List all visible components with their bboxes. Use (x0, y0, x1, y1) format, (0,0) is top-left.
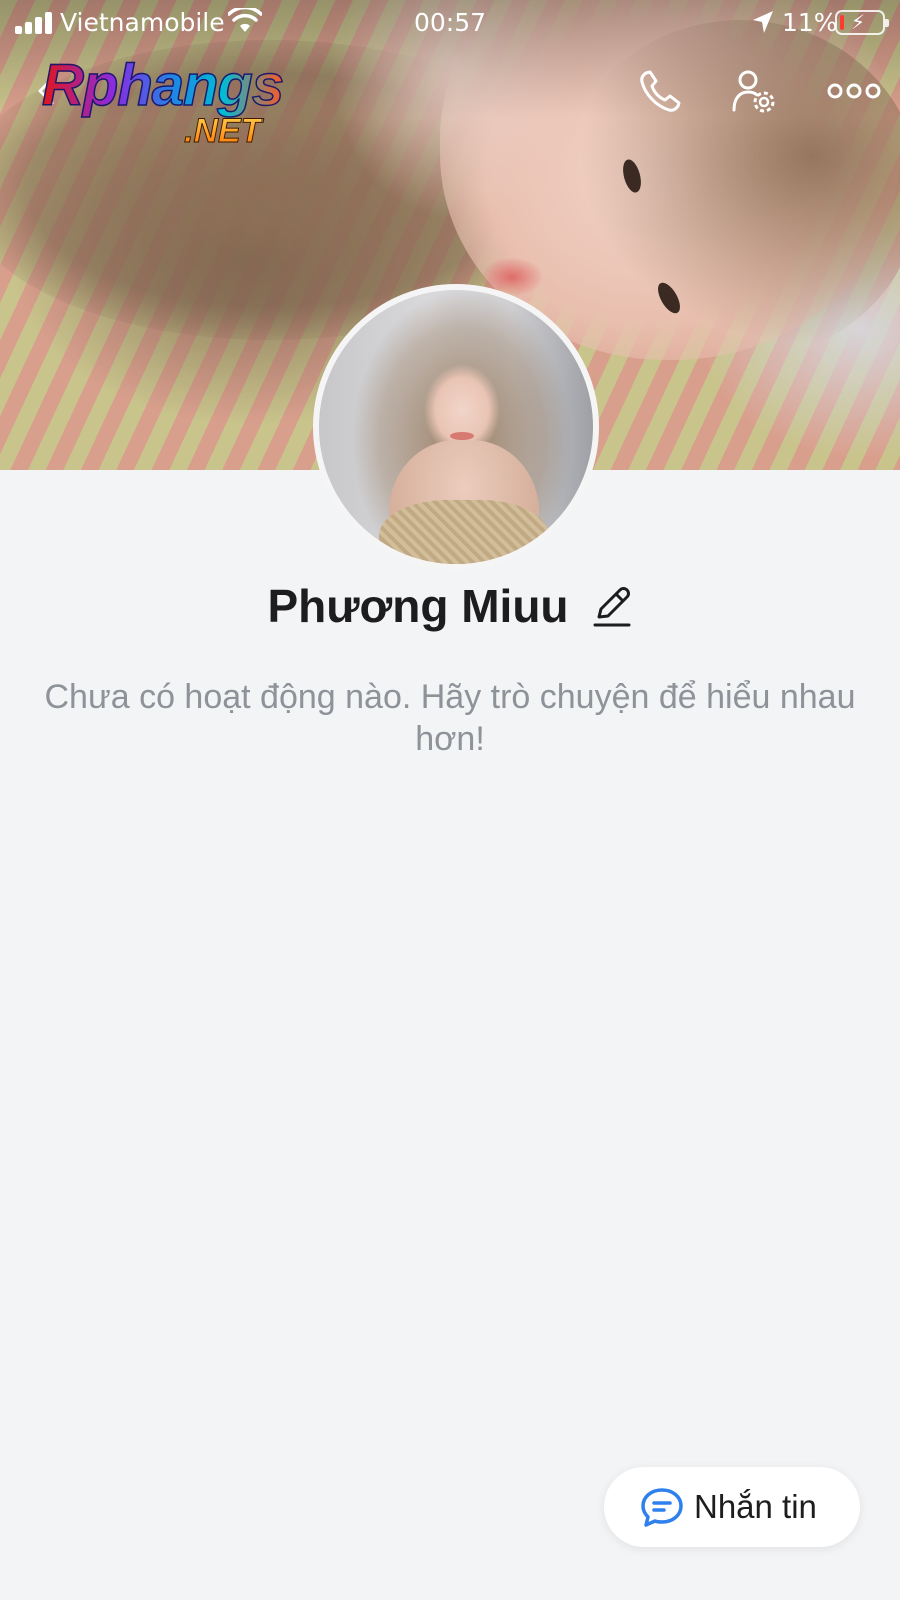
message-button-label: Nhắn tin (694, 1488, 817, 1525)
profile-name-row: Phương Miuu (0, 576, 900, 636)
more-dots-icon (827, 83, 881, 99)
profile-name: Phương Miuu (267, 580, 569, 632)
avatar-lips (450, 432, 474, 440)
phone-icon (640, 70, 681, 112)
message-button[interactable]: Nhắn tin (604, 1467, 860, 1547)
chat-bubble-icon (641, 1488, 683, 1527)
location-arrow-icon (753, 11, 773, 33)
user-settings-icon (732, 70, 775, 113)
pencil-icon[interactable] (591, 583, 633, 629)
call-button[interactable] (636, 66, 686, 116)
battery-icon: ⚡ (835, 10, 889, 35)
status-bar: Vietnamobile 00:57 11% ⚡ (0, 0, 900, 46)
watermark-sub: .NET (183, 112, 262, 151)
more-button[interactable] (826, 66, 882, 116)
profile-settings-button[interactable] (730, 66, 780, 116)
avatar-top (379, 500, 549, 564)
watermark-main: Rphangs (41, 52, 285, 119)
profile-avatar[interactable] (313, 284, 599, 570)
empty-activity-message: Chưa có hoạt động nào. Hãy trò chuyện để… (44, 678, 856, 758)
battery-percent: 11% (782, 8, 838, 37)
watermark-logo: Rphangs .NET (41, 52, 322, 162)
